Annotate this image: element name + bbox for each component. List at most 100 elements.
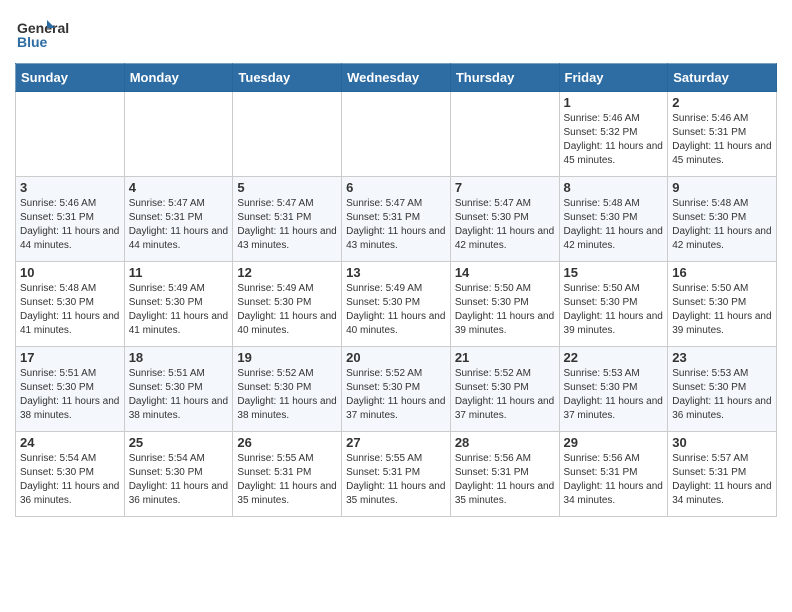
day-number: 19 — [237, 350, 337, 365]
calendar-cell: 8 Sunrise: 5:48 AM Sunset: 5:30 PM Daylig… — [559, 177, 668, 262]
day-number: 27 — [346, 435, 446, 450]
day-info: Sunrise: 5:52 AM Sunset: 5:30 PM Dayligh… — [455, 367, 555, 423]
calendar-cell: 23 Sunrise: 5:53 AM Sunset: 5:30 PM Dayli… — [668, 347, 777, 432]
calendar-cell: 3 Sunrise: 5:46 AM Sunset: 5:31 PM Daylig… — [16, 177, 125, 262]
calendar-week-1: 1Sunrise: 5:46 AM Sunset: 5:32 PM Daylig… — [16, 92, 777, 177]
calendar-cell: 4 Sunrise: 5:47 AM Sunset: 5:31 PM Daylig… — [124, 177, 233, 262]
calendar-week-2: 3 Sunrise: 5:46 AM Sunset: 5:31 PM Daylig… — [16, 177, 777, 262]
day-number: 23 — [672, 350, 772, 365]
calendar-cell — [450, 92, 559, 177]
day-info: Sunrise: 5:46 AM Sunset: 5:31 PM Dayligh… — [672, 112, 772, 168]
weekday-header-saturday: Saturday — [668, 64, 777, 92]
day-info: Sunrise: 5:48 AM Sunset: 5:30 PM Dayligh… — [672, 197, 772, 253]
calendar-cell: 21Sunrise: 5:52 AM Sunset: 5:30 PM Dayli… — [450, 347, 559, 432]
day-info: Sunrise: 5:52 AM Sunset: 5:30 PM Dayligh… — [237, 367, 337, 423]
weekday-header-friday: Friday — [559, 64, 668, 92]
day-info: Sunrise: 5:55 AM Sunset: 5:31 PM Dayligh… — [237, 452, 337, 508]
day-number: 15 — [564, 265, 664, 280]
day-info: Sunrise: 5:47 AM Sunset: 5:31 PM Dayligh… — [237, 197, 337, 253]
calendar-cell: 7 Sunrise: 5:47 AM Sunset: 5:30 PM Daylig… — [450, 177, 559, 262]
calendar-week-3: 10Sunrise: 5:48 AM Sunset: 5:30 PM Dayli… — [16, 262, 777, 347]
day-number: 22 — [564, 350, 664, 365]
day-number: 7 — [455, 180, 555, 195]
day-number: 13 — [346, 265, 446, 280]
day-info: Sunrise: 5:49 AM Sunset: 5:30 PM Dayligh… — [346, 282, 446, 338]
day-info: Sunrise: 5:51 AM Sunset: 5:30 PM Dayligh… — [20, 367, 120, 423]
day-number: 3 — [20, 180, 120, 195]
calendar-cell: 9 Sunrise: 5:48 AM Sunset: 5:30 PM Daylig… — [668, 177, 777, 262]
calendar-cell: 25Sunrise: 5:54 AM Sunset: 5:30 PM Dayli… — [124, 432, 233, 517]
day-number: 24 — [20, 435, 120, 450]
calendar-cell: 1Sunrise: 5:46 AM Sunset: 5:32 PM Daylig… — [559, 92, 668, 177]
day-info: Sunrise: 5:54 AM Sunset: 5:30 PM Dayligh… — [20, 452, 120, 508]
day-info: Sunrise: 5:48 AM Sunset: 5:30 PM Dayligh… — [20, 282, 120, 338]
day-number: 8 — [564, 180, 664, 195]
calendar-cell — [124, 92, 233, 177]
day-number: 16 — [672, 265, 772, 280]
day-info: Sunrise: 5:46 AM Sunset: 5:31 PM Dayligh… — [20, 197, 120, 253]
day-info: Sunrise: 5:50 AM Sunset: 5:30 PM Dayligh… — [564, 282, 664, 338]
calendar-cell: 17 Sunrise: 5:51 AM Sunset: 5:30 PM Dayli… — [16, 347, 125, 432]
day-number: 6 — [346, 180, 446, 195]
day-number: 11 — [129, 265, 229, 280]
calendar-cell: 16 Sunrise: 5:50 AM Sunset: 5:30 PM Dayli… — [668, 262, 777, 347]
day-info: Sunrise: 5:51 AM Sunset: 5:30 PM Dayligh… — [129, 367, 229, 423]
day-info: Sunrise: 5:47 AM Sunset: 5:30 PM Dayligh… — [455, 197, 555, 253]
weekday-header-tuesday: Tuesday — [233, 64, 342, 92]
day-number: 12 — [237, 265, 337, 280]
weekday-header-thursday: Thursday — [450, 64, 559, 92]
calendar-week-4: 17 Sunrise: 5:51 AM Sunset: 5:30 PM Dayli… — [16, 347, 777, 432]
day-info: Sunrise: 5:50 AM Sunset: 5:30 PM Dayligh… — [672, 282, 772, 338]
weekday-header-wednesday: Wednesday — [342, 64, 451, 92]
day-number: 20 — [346, 350, 446, 365]
calendar-week-5: 24 Sunrise: 5:54 AM Sunset: 5:30 PM Dayli… — [16, 432, 777, 517]
day-number: 18 — [129, 350, 229, 365]
calendar: SundayMondayTuesdayWednesdayThursdayFrid… — [15, 63, 777, 517]
day-info: Sunrise: 5:54 AM Sunset: 5:30 PM Dayligh… — [129, 452, 229, 508]
calendar-cell: 13 Sunrise: 5:49 AM Sunset: 5:30 PM Dayli… — [342, 262, 451, 347]
day-info: Sunrise: 5:56 AM Sunset: 5:31 PM Dayligh… — [455, 452, 555, 508]
day-number: 30 — [672, 435, 772, 450]
day-info: Sunrise: 5:48 AM Sunset: 5:30 PM Dayligh… — [564, 197, 664, 253]
calendar-cell: 26 Sunrise: 5:55 AM Sunset: 5:31 PM Dayli… — [233, 432, 342, 517]
calendar-cell: 15 Sunrise: 5:50 AM Sunset: 5:30 PM Dayli… — [559, 262, 668, 347]
calendar-cell: 10Sunrise: 5:48 AM Sunset: 5:30 PM Dayli… — [16, 262, 125, 347]
calendar-cell: 12 Sunrise: 5:49 AM Sunset: 5:30 PM Dayli… — [233, 262, 342, 347]
calendar-cell: 14 Sunrise: 5:50 AM Sunset: 5:30 PM Dayli… — [450, 262, 559, 347]
day-number: 1 — [564, 95, 664, 110]
calendar-cell — [342, 92, 451, 177]
calendar-header-row: SundayMondayTuesdayWednesdayThursdayFrid… — [16, 64, 777, 92]
day-info: Sunrise: 5:47 AM Sunset: 5:31 PM Dayligh… — [129, 197, 229, 253]
page: General Blue SundayMondayTuesdayWednesda… — [0, 0, 792, 532]
day-info: Sunrise: 5:50 AM Sunset: 5:30 PM Dayligh… — [455, 282, 555, 338]
day-info: Sunrise: 5:49 AM Sunset: 5:30 PM Dayligh… — [129, 282, 229, 338]
day-info: Sunrise: 5:53 AM Sunset: 5:30 PM Dayligh… — [672, 367, 772, 423]
svg-text:Blue: Blue — [17, 34, 48, 50]
day-info: Sunrise: 5:49 AM Sunset: 5:30 PM Dayligh… — [237, 282, 337, 338]
calendar-cell: 19 Sunrise: 5:52 AM Sunset: 5:30 PM Dayli… — [233, 347, 342, 432]
calendar-cell: 22Sunrise: 5:53 AM Sunset: 5:30 PM Dayli… — [559, 347, 668, 432]
logo-icon: General Blue — [15, 15, 85, 55]
calendar-cell: 27 Sunrise: 5:55 AM Sunset: 5:31 PM Dayli… — [342, 432, 451, 517]
logo: General Blue — [15, 10, 85, 55]
day-info: Sunrise: 5:56 AM Sunset: 5:31 PM Dayligh… — [564, 452, 664, 508]
day-number: 17 — [20, 350, 120, 365]
calendar-cell: 18 Sunrise: 5:51 AM Sunset: 5:30 PM Dayli… — [124, 347, 233, 432]
day-number: 9 — [672, 180, 772, 195]
calendar-cell: 24 Sunrise: 5:54 AM Sunset: 5:30 PM Dayli… — [16, 432, 125, 517]
header: General Blue — [15, 10, 777, 55]
day-number: 2 — [672, 95, 772, 110]
day-number: 14 — [455, 265, 555, 280]
day-info: Sunrise: 5:52 AM Sunset: 5:30 PM Dayligh… — [346, 367, 446, 423]
calendar-cell: 6 Sunrise: 5:47 AM Sunset: 5:31 PM Daylig… — [342, 177, 451, 262]
day-info: Sunrise: 5:47 AM Sunset: 5:31 PM Dayligh… — [346, 197, 446, 253]
day-number: 29 — [564, 435, 664, 450]
calendar-cell: 11 Sunrise: 5:49 AM Sunset: 5:30 PM Dayli… — [124, 262, 233, 347]
day-number: 26 — [237, 435, 337, 450]
calendar-cell: 5Sunrise: 5:47 AM Sunset: 5:31 PM Daylig… — [233, 177, 342, 262]
day-number: 4 — [129, 180, 229, 195]
weekday-header-sunday: Sunday — [16, 64, 125, 92]
calendar-cell: 30Sunrise: 5:57 AM Sunset: 5:31 PM Dayli… — [668, 432, 777, 517]
day-info: Sunrise: 5:55 AM Sunset: 5:31 PM Dayligh… — [346, 452, 446, 508]
calendar-cell: 2 Sunrise: 5:46 AM Sunset: 5:31 PM Daylig… — [668, 92, 777, 177]
